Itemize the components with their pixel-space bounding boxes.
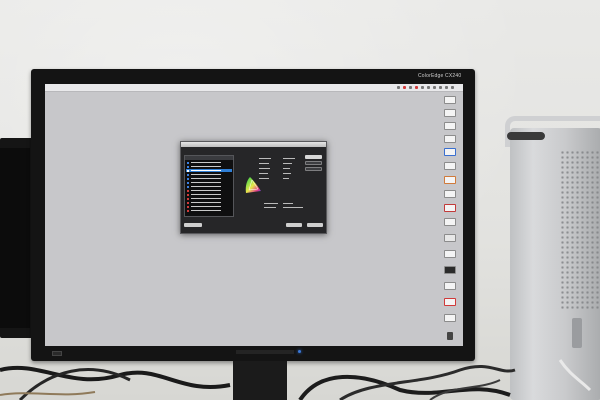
app-dock-icon[interactable] bbox=[444, 135, 456, 143]
menu-bar bbox=[45, 84, 463, 92]
target-list bbox=[184, 155, 234, 217]
result-label bbox=[264, 203, 278, 204]
result-value bbox=[283, 207, 303, 208]
object-on-tower bbox=[507, 132, 545, 140]
tower-grille bbox=[560, 150, 600, 310]
monitor-brand-label: ColorEdge CX240 bbox=[418, 73, 462, 79]
list-item[interactable] bbox=[186, 181, 232, 184]
app-dock-icon[interactable] bbox=[444, 234, 456, 242]
result-value bbox=[283, 203, 293, 204]
target-list-header bbox=[185, 156, 233, 160]
app-dock-icon[interactable] bbox=[444, 204, 456, 212]
status-icon[interactable] bbox=[415, 86, 418, 89]
action-button[interactable] bbox=[305, 167, 322, 171]
status-icon[interactable] bbox=[451, 86, 454, 89]
app-dock-icon[interactable] bbox=[444, 122, 456, 130]
list-item[interactable] bbox=[186, 209, 232, 212]
status-icon[interactable] bbox=[445, 86, 448, 89]
status-icon[interactable] bbox=[421, 86, 424, 89]
list-item[interactable] bbox=[186, 205, 232, 208]
list-item[interactable] bbox=[186, 193, 232, 196]
list-item[interactable] bbox=[186, 201, 232, 204]
desk-cables bbox=[0, 359, 592, 400]
list-item[interactable] bbox=[186, 185, 232, 188]
list-item[interactable] bbox=[186, 189, 232, 192]
app-dock-icon[interactable] bbox=[444, 176, 456, 184]
dialog-titlebar[interactable] bbox=[181, 142, 326, 147]
app-dock-icon[interactable] bbox=[444, 162, 456, 170]
app-dock-icon[interactable] bbox=[444, 266, 456, 274]
list-item[interactable] bbox=[186, 177, 232, 180]
setting-label bbox=[259, 158, 271, 159]
list-item[interactable] bbox=[186, 173, 232, 176]
status-icon[interactable] bbox=[397, 86, 400, 89]
setting-value bbox=[283, 178, 289, 179]
setting-value bbox=[283, 168, 290, 169]
list-item[interactable] bbox=[186, 197, 232, 200]
action-button[interactable] bbox=[305, 161, 322, 165]
app-dock-icon[interactable] bbox=[444, 250, 456, 258]
status-icon[interactable] bbox=[409, 86, 412, 89]
list-item-selected[interactable] bbox=[186, 169, 232, 172]
middle-bottom-button[interactable] bbox=[286, 223, 302, 227]
color-gamut-diagram-icon bbox=[245, 177, 261, 193]
right-bottom-button[interactable] bbox=[307, 223, 323, 227]
setting-value bbox=[283, 163, 292, 164]
setting-value bbox=[283, 173, 291, 174]
list-item[interactable] bbox=[186, 165, 232, 168]
status-icon[interactable] bbox=[439, 86, 442, 89]
app-dock-icon[interactable] bbox=[444, 218, 456, 226]
setting-value bbox=[283, 158, 295, 159]
app-dock-icon[interactable] bbox=[444, 282, 456, 290]
calibration-dialog bbox=[180, 141, 327, 234]
app-dock-icon[interactable] bbox=[444, 190, 456, 198]
list-item[interactable] bbox=[186, 161, 232, 164]
setting-label bbox=[259, 163, 269, 164]
left-bottom-button[interactable] bbox=[184, 223, 202, 227]
result-label bbox=[264, 207, 276, 208]
status-icon[interactable] bbox=[403, 86, 406, 89]
status-icon[interactable] bbox=[427, 86, 430, 89]
action-button[interactable] bbox=[305, 155, 322, 159]
menu-bar-status-icons bbox=[397, 86, 457, 89]
app-dock-icon[interactable] bbox=[444, 109, 456, 117]
setting-label bbox=[259, 168, 270, 169]
app-dock-icon[interactable] bbox=[444, 148, 456, 156]
app-dock-icon[interactable] bbox=[444, 96, 456, 104]
status-icon[interactable] bbox=[433, 86, 436, 89]
